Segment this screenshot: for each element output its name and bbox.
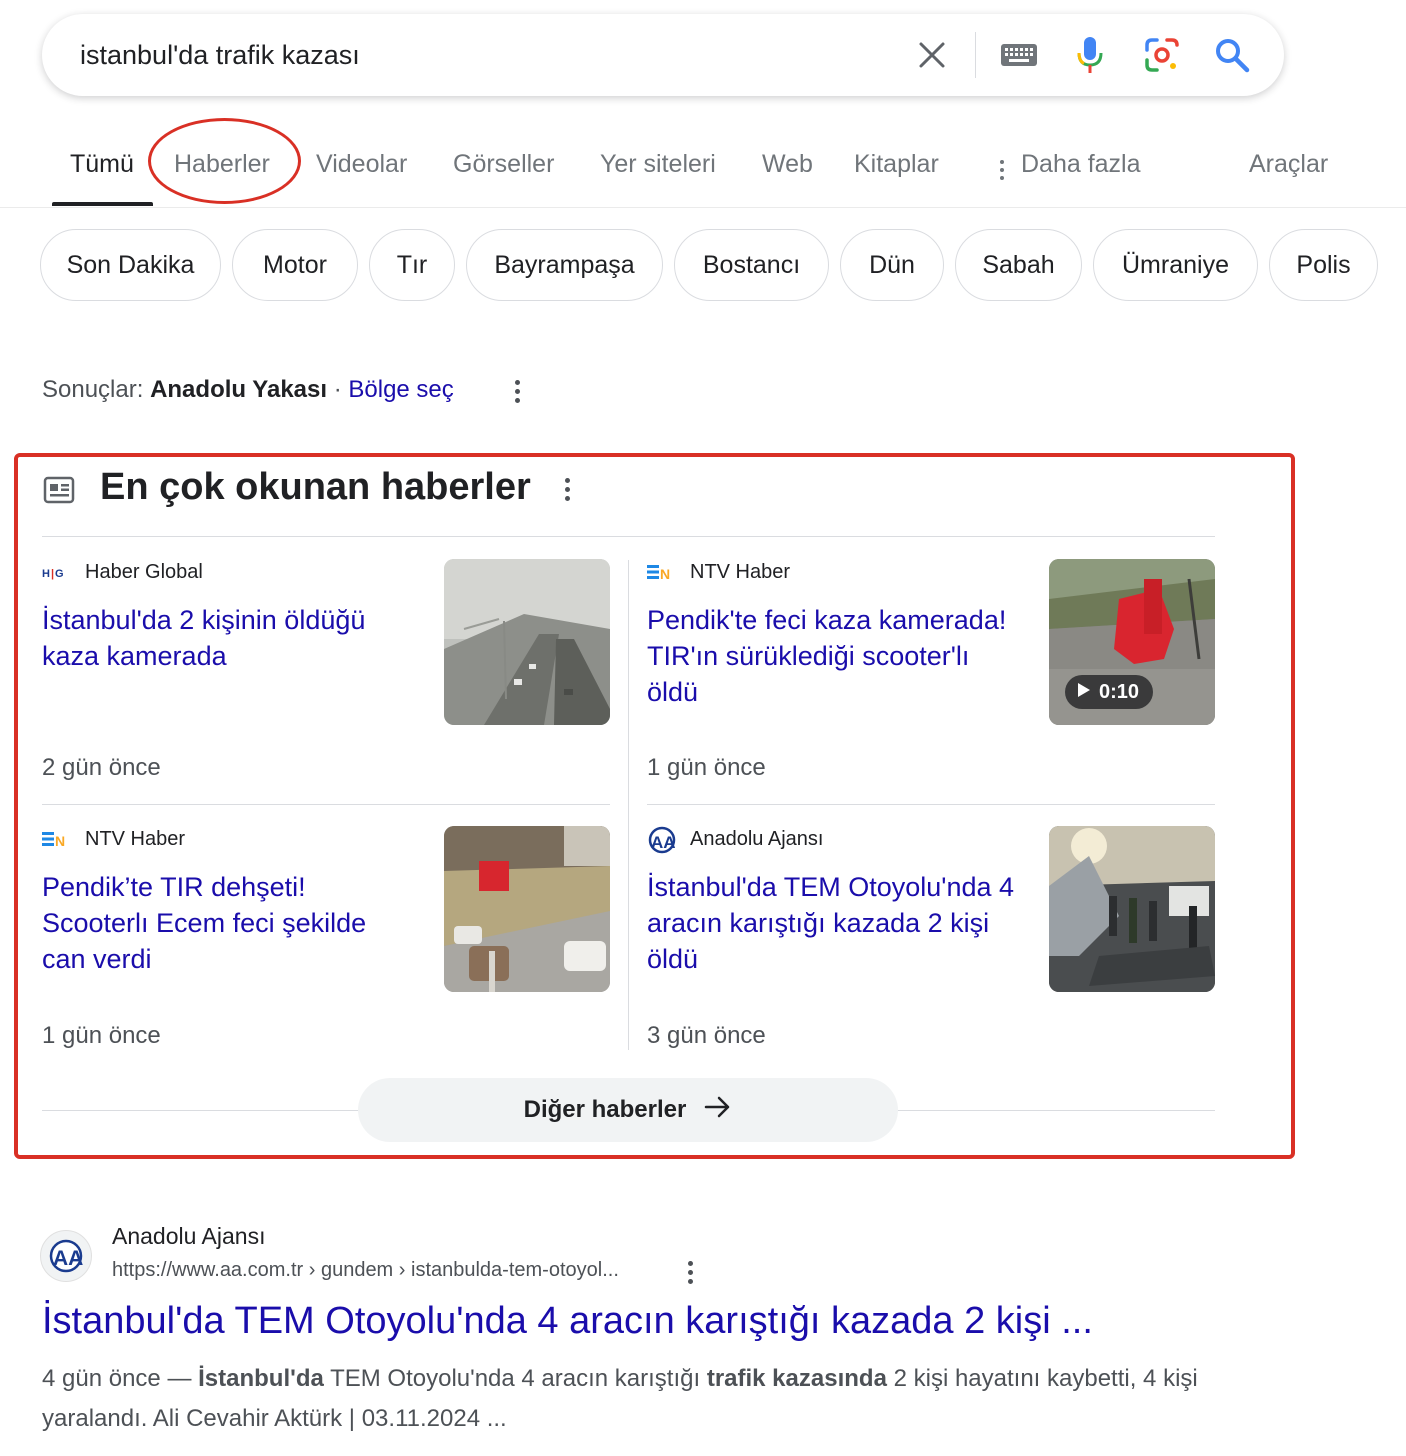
news-headline[interactable]: İstanbul'da 2 kişinin öldüğü kaza kamera… — [42, 602, 412, 674]
news-thumbnail — [1049, 826, 1215, 992]
news-age: 1 gün önce — [42, 1022, 161, 1049]
ntv-logo: N — [42, 828, 70, 855]
tab-tools[interactable]: Araçlar — [1249, 150, 1328, 179]
svg-text:|: | — [51, 568, 54, 580]
arrow-right-icon — [704, 1095, 732, 1126]
svg-text:G: G — [55, 568, 64, 580]
more-kebab-icon[interactable] — [998, 160, 1006, 180]
chip-tir[interactable]: Tır — [369, 229, 455, 301]
snippet-bold: İstanbul'da — [198, 1365, 324, 1392]
region-options-icon[interactable] — [513, 380, 521, 403]
chip-sabah[interactable]: Sabah — [955, 229, 1082, 301]
news-thumbnail — [444, 826, 610, 992]
news-card[interactable]: N NTV Haber Pendik'te feci kaza kamerada… — [647, 559, 1217, 784]
chip-bayrampasa[interactable]: Bayrampaşa — [466, 229, 663, 301]
snippet-dash: — — [160, 1365, 199, 1392]
microphone-icon[interactable] — [1070, 35, 1110, 75]
chip-umraniye[interactable]: Ümraniye — [1093, 229, 1258, 301]
search-input[interactable] — [80, 36, 880, 74]
row-divider-left — [42, 804, 610, 805]
result-site-name[interactable]: Anadolu Ajansı — [112, 1223, 265, 1250]
svg-text:AA: AA — [53, 1247, 83, 1270]
search-icon[interactable] — [1212, 35, 1252, 75]
keyboard-icon[interactable] — [999, 35, 1039, 75]
result-url[interactable]: https://www.aa.com.tr › gundem › istanbu… — [112, 1259, 619, 1282]
haber-global-logo: H | G — [42, 565, 70, 586]
top-stories-title: En çok okunan haberler — [100, 466, 531, 508]
snippet-age: 4 gün önce — [42, 1365, 161, 1392]
news-headline[interactable]: Pendik’te TIR dehşeti! Scooterlı Ecem fe… — [42, 869, 412, 977]
column-divider — [628, 560, 629, 1050]
tabs-divider — [0, 207, 1406, 208]
site-favicon: AA — [40, 1230, 92, 1282]
news-card[interactable]: AA Anadolu Ajansı İstanbul'da TEM Otoyol… — [647, 826, 1217, 1051]
tab-places[interactable]: Yer siteleri — [600, 150, 716, 179]
news-age: 2 gün önce — [42, 754, 161, 781]
tab-images[interactable]: Görseller — [453, 150, 554, 179]
region-line: Sonuçlar: Anadolu Yakası · Bölge seç — [42, 376, 454, 404]
chip-polis[interactable]: Polis — [1269, 229, 1378, 301]
more-news-button[interactable]: Diğer haberler — [358, 1078, 898, 1142]
chip-dun[interactable]: Dün — [840, 229, 944, 301]
news-source: NTV Haber — [690, 561, 791, 583]
chip-motor[interactable]: Motor — [232, 229, 358, 301]
tab-books[interactable]: Kitaplar — [854, 150, 939, 179]
newspaper-icon — [43, 476, 75, 509]
video-duration-badge: 0:10 — [1065, 675, 1154, 709]
search-bar — [42, 14, 1284, 96]
news-thumbnail: 0:10 — [1049, 559, 1215, 725]
lens-icon[interactable] — [1142, 35, 1182, 75]
ntv-logo: N — [647, 561, 675, 588]
annotation-circle — [148, 118, 301, 204]
play-icon — [1077, 681, 1091, 704]
svg-text:H: H — [42, 568, 50, 580]
news-card[interactable]: N NTV Haber Pendik’te TIR dehşeti! Scoot… — [42, 826, 612, 1051]
news-source: Anadolu Ajansı — [690, 828, 824, 850]
top-stories-divider — [42, 536, 1215, 537]
tab-videos[interactable]: Videolar — [316, 150, 407, 179]
news-source: NTV Haber — [85, 828, 186, 850]
snippet-text: TEM Otoyolu'nda 4 aracın karıştığı — [323, 1365, 707, 1392]
news-card[interactable]: H | G Haber Global İstanbul'da 2 kişinin… — [42, 559, 612, 784]
chip-son-dakika[interactable]: Son Dakika — [40, 229, 221, 301]
result-title[interactable]: İstanbul'da TEM Otoyolu'nda 4 aracın kar… — [42, 1300, 1093, 1343]
news-headline[interactable]: İstanbul'da TEM Otoyolu'nda 4 aracın kar… — [647, 869, 1017, 977]
tab-web[interactable]: Web — [762, 150, 813, 179]
aa-logo: AA — [647, 826, 677, 859]
svg-text:N: N — [660, 566, 670, 582]
news-age: 1 gün önce — [647, 754, 766, 781]
result-snippet: 4 gün önce — İstanbul'da TEM Otoyolu'nda… — [42, 1359, 1242, 1439]
chip-bostanci[interactable]: Bostancı — [674, 229, 829, 301]
choose-region-link[interactable]: Bölge seç — [348, 376, 453, 403]
result-options-icon[interactable] — [686, 1261, 694, 1284]
news-headline[interactable]: Pendik'te feci kaza kamerada! TIR'ın sür… — [647, 602, 1017, 710]
top-stories-options-icon[interactable] — [563, 478, 571, 501]
svg-text:N: N — [55, 833, 65, 849]
tab-more[interactable]: Daha fazla — [1021, 150, 1141, 179]
news-source: Haber Global — [85, 561, 203, 583]
region-label: Sonuçlar: — [42, 376, 144, 403]
news-age: 3 gün önce — [647, 1022, 766, 1049]
row-divider-right — [647, 804, 1215, 805]
video-duration: 0:10 — [1099, 680, 1140, 703]
news-thumbnail — [444, 559, 610, 725]
snippet-bold: trafik kazasında — [706, 1365, 887, 1392]
active-tab-indicator — [52, 202, 153, 206]
region-value: Anadolu Yakası — [150, 376, 328, 403]
close-icon[interactable] — [912, 35, 952, 75]
region-separator: · — [333, 376, 342, 403]
more-news-label: Diğer haberler — [523, 1096, 687, 1123]
tab-all[interactable]: Tümü — [70, 150, 134, 179]
svg-text:AA: AA — [651, 833, 676, 852]
search-divider — [975, 32, 976, 78]
